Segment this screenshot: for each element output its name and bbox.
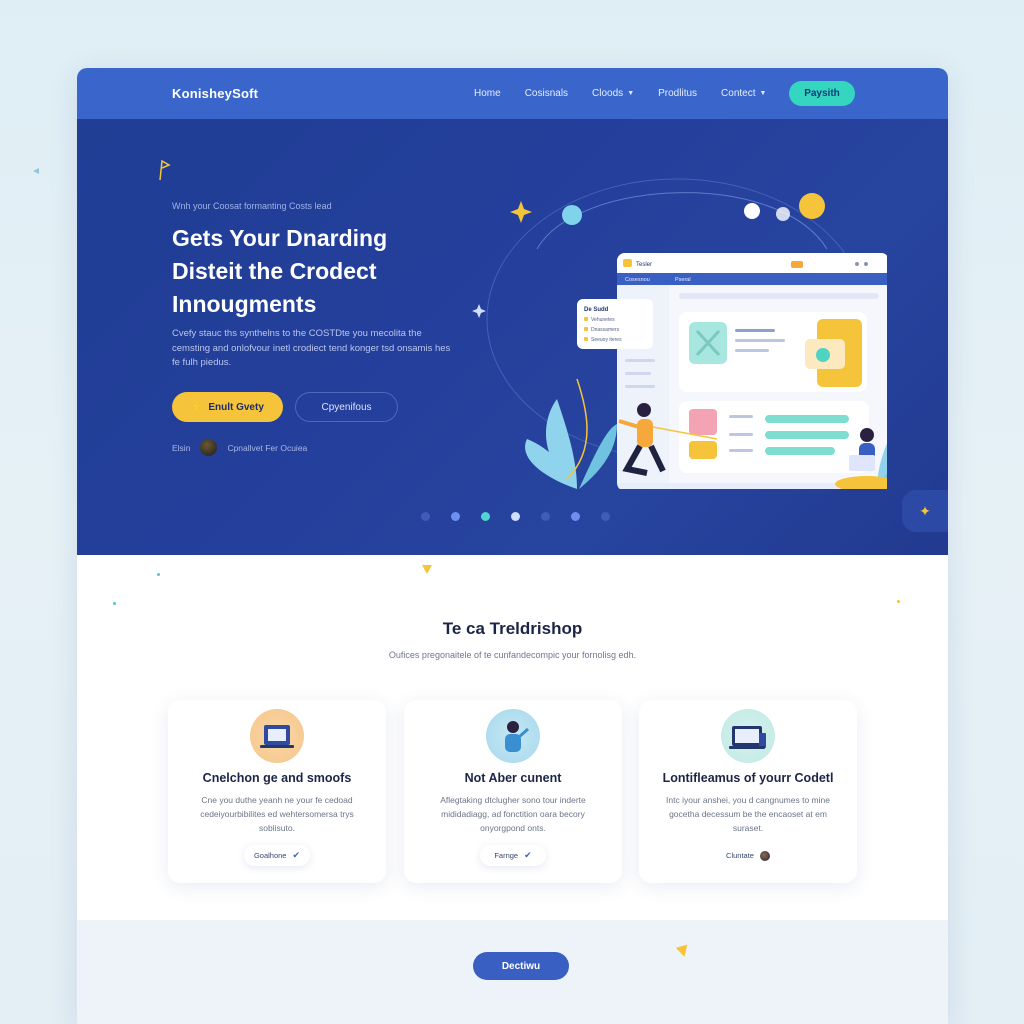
confetti-dot [157,573,160,576]
landing-page: KonisheySoft Home Cosisnals Cloods ▼ Prod… [77,68,948,1024]
hero-secondary-button[interactable]: Cpyenifous [295,392,398,422]
sparkle-icon: ✦ [919,502,931,519]
confetti-icon [422,565,432,574]
carousel-dot[interactable] [451,512,460,521]
feature-card[interactable]: Lontifleamus of yourr Codetl Intc iyour … [639,700,857,883]
nav-item-label: Cloods [592,88,624,99]
nav-item-label: Home [474,88,501,99]
hero-title: Gets Your Dnarding Disteit the Crodect I… [172,222,462,321]
trust-text: Cpnallvet Fer Ocuiea [227,442,308,453]
feature-card-title: Not Aber cunent [464,771,562,785]
feature-card-tag[interactable]: Farnge ✔ [480,845,546,866]
hero-title-line: Disteit the Crodect [172,258,377,284]
feature-card-title: Cnelchon ge and smoofs [202,771,352,785]
hero-title-line: Innougments [172,291,317,317]
feature-card-text: Cne you duthe yeanh ne your fe cedoad ce… [200,795,354,833]
carousel-dots [421,512,610,521]
laptop-icon [250,709,304,763]
orbit-bubble-icon [562,205,582,225]
features-section: Te ca Treldrishop Oufices pregonaitele o… [77,555,948,920]
feature-card-tag[interactable]: Cluntate [709,845,787,866]
nav-item-cloods[interactable]: Cloods ▼ [592,88,634,99]
bg-triangle-left [33,168,39,174]
computer-icon [721,709,775,763]
hero-trust-row: Elsin Cpnallvet Fer Ocuiea [172,439,307,456]
brand-logo[interactable]: KonisheySoft [172,86,258,101]
person-icon [486,709,540,763]
features-subtitle: Oufices pregonaitele of te cunfandecompi… [388,650,637,660]
popup-card: De Sudd Vehunetes Dnassamers Seeuoy iter… [577,299,653,349]
feature-card-text: Aflegtaking dtclugher sono tour inderte … [440,795,586,833]
feature-card-title: Lontifleamus of yourr Codetl [662,771,834,785]
features-title: Te ca Treldrishop [442,619,583,638]
svg-text:Vehunetes: Vehunetes [591,317,615,323]
confetti-icon [675,944,691,959]
carousel-dot[interactable] [421,512,430,521]
footer-section: Dectiwu [77,920,948,1024]
hero-lead: Cvefy stauc ths synthelns to the COSTDte… [172,328,451,368]
nav-item-label: Contect [721,88,756,99]
hero-title-line: Gets Your Dnarding [172,225,388,251]
chevron-down-icon: ▼ [759,90,767,97]
nav-item-label: Cosisnals [524,88,569,99]
nav-item-home[interactable]: Home [474,88,501,99]
checkmark-icon: ✔ [292,850,301,860]
carousel-dot[interactable] [601,512,610,521]
svg-text:De Sudd: De Sudd [584,307,609,313]
feature-card[interactable]: Cnelchon ge and smoofs Cne you duthe yea… [168,700,386,883]
svg-text:Pseral: Pseral [675,277,691,283]
top-navbar: KonisheySoft Home Cosisnals Cloods ▼ Prod… [77,68,948,119]
nav-item-prodlitus[interactable]: Prodlitus [658,88,697,99]
orbit-bubble-icon [799,193,825,219]
trust-label: Elsin [172,442,191,453]
nav-item-cosisnals[interactable]: Cosisnals [525,88,568,99]
footer-cta-button[interactable]: Dectiwu [473,952,569,980]
carousel-dot[interactable] [541,512,550,521]
hero-primary-label: Enult Gvety [208,401,264,413]
hero-section: Wnh your Coosat formanting Costs lead Ge… [77,119,948,555]
carousel-dot[interactable] [481,512,490,521]
side-widget-button[interactable]: ✦ [902,490,948,532]
checkmark-icon: ✔ [524,850,532,860]
hero-primary-button[interactable]: ⚡ Enult Gvety [172,392,283,422]
carousel-dot-active[interactable] [511,512,520,521]
svg-text:Dnassamers: Dnassamers [591,327,620,333]
svg-text:Seeuoy iteres: Seeuoy iteres [591,337,622,343]
bolt-icon: ⚡ [191,401,203,412]
feature-card[interactable]: Not Aber cunent Aflegtaking dtclugher so… [404,700,622,883]
nav-item-label: Prodlitus [658,88,698,99]
feature-card-tag-label: Cluntate [726,851,754,860]
nav-menu: Home Cosisnals Cloods ▼ Prodlitus Contect… [474,68,766,119]
svg-text:Cosesnou: Cosesnou [625,277,650,283]
avatar [200,439,218,456]
nav-item-contect[interactable]: Contect ▼ [721,88,766,99]
orbit-bubble-icon [776,207,790,221]
feature-card-tag-label: Farnge [494,851,519,860]
confetti-dot [113,602,116,605]
orbit-bubble-icon [744,203,760,219]
nav-cta-button[interactable]: Paysith [789,81,855,106]
feature-card-text: Intc iyour anshei, you d cangnumes to mi… [666,795,830,833]
svg-text:Tesler: Tesler [636,262,652,268]
flag-sparkle-icon [159,159,171,181]
hero-illustration: Tesler Cosesnou Pseral De Sudd Vehunetes… [472,178,887,489]
star-sparkle-icon [510,201,532,223]
star-sparkle-icon [472,304,486,318]
confetti-dot [897,600,900,603]
chevron-down-icon: ▼ [627,90,635,97]
feature-card-tag-label: Goalhone [253,851,287,860]
feature-card-tag[interactable]: Goalhone ✔ [244,845,310,866]
hero-eyebrow: Wnh your Coosat formanting Costs lead [172,201,332,211]
avatar [759,850,770,861]
carousel-dot[interactable] [571,512,580,521]
